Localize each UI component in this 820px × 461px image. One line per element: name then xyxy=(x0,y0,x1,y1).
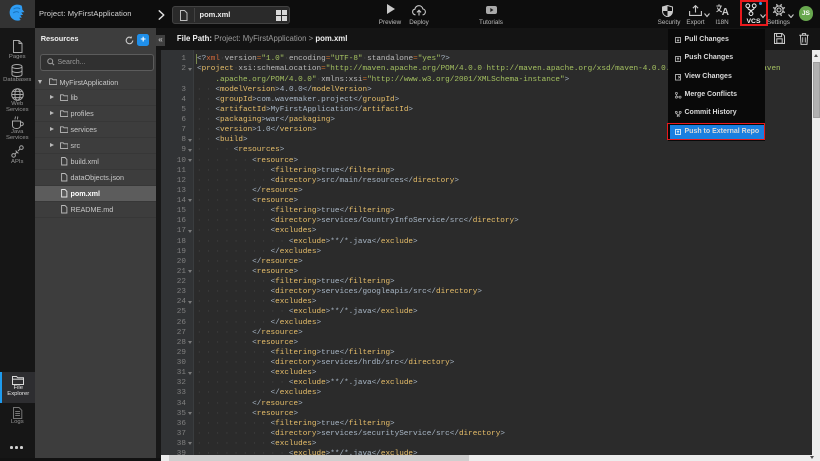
svg-text:A: A xyxy=(722,7,729,16)
